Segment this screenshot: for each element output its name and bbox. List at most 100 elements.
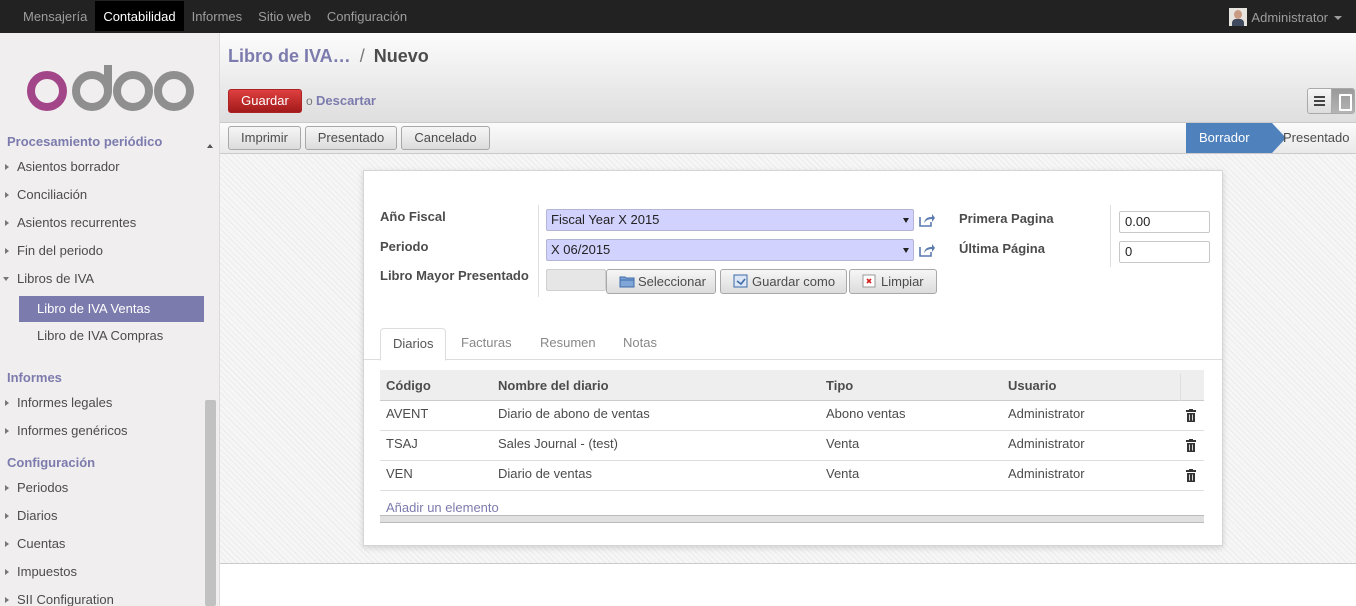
sidebar-item-cuentas[interactable]: Cuentas — [0, 531, 204, 557]
cell-nombre: Sales Journal - (test) — [498, 436, 618, 451]
cell-usuario: Administrator — [1008, 406, 1085, 421]
sidebar-item-periodos[interactable]: Periodos — [0, 475, 204, 501]
save-button[interactable]: Guardar — [228, 89, 302, 113]
external-link-icon[interactable] — [918, 242, 936, 258]
fiscal-year-value: Fiscal Year X 2015 — [551, 212, 660, 227]
caret-right-icon — [5, 597, 9, 603]
sidebar-item-sii-configuration[interactable]: SII Configuration — [0, 587, 204, 606]
column-header-usuario[interactable]: Usuario — [1008, 370, 1056, 402]
state-presentado[interactable]: Presentado — [1283, 123, 1350, 153]
trash-icon[interactable] — [1186, 409, 1196, 422]
sidebar-item-libro-iva-compras[interactable]: Libro de IVA Compras — [19, 323, 204, 349]
caret-right-icon — [5, 485, 9, 491]
table-row[interactable]: VEN Diario de ventas Venta Administrator — [380, 461, 1204, 491]
first-page-input[interactable]: 0.00 — [1119, 211, 1210, 233]
odoo-logo[interactable] — [25, 63, 195, 113]
period-value: X 06/2015 — [551, 242, 611, 257]
sidebar-scrollbar[interactable] — [205, 400, 216, 606]
last-page-input[interactable]: 0 — [1119, 241, 1210, 263]
fiscal-year-select[interactable]: Fiscal Year X 2015 — [546, 209, 914, 231]
sidebar-scroll-up-icon[interactable] — [207, 144, 213, 148]
notebook-tabs: Diarios Facturas Resumen Notas — [364, 328, 1222, 361]
sidebar-item-label: Fin del periodo — [17, 243, 103, 258]
period-label: Periodo — [380, 239, 429, 254]
top-menu-configuracion[interactable]: Configuración — [319, 1, 415, 31]
first-page-label: Primera Pagina — [959, 211, 1054, 226]
period-select[interactable]: X 06/2015 — [546, 239, 914, 261]
caret-right-icon — [5, 164, 9, 170]
trash-icon[interactable] — [1186, 469, 1196, 482]
sidebar-item-label: Cuentas — [17, 536, 66, 551]
breadcrumb-current: Nuevo — [373, 46, 429, 66]
sidebar-item-fin-del-periodo[interactable]: Fin del periodo — [0, 238, 204, 264]
cell-nombre: Diario de abono de ventas — [498, 406, 650, 421]
save-as-icon — [733, 274, 748, 288]
cell-nombre: Diario de ventas — [498, 466, 592, 481]
tab-facturas[interactable]: Facturas — [449, 328, 524, 360]
select-file-button[interactable]: Seleccionar — [606, 269, 716, 294]
external-link-icon[interactable] — [918, 212, 936, 228]
cancelled-button[interactable]: Cancelado — [401, 126, 490, 150]
column-divider — [1180, 374, 1181, 401]
form-sheet: Año Fiscal Fiscal Year X 2015 Periodo X … — [363, 170, 1223, 546]
cell-usuario: Administrator — [1008, 436, 1085, 451]
add-line-link[interactable]: Añadir un elemento — [386, 500, 499, 515]
breadcrumb-parent[interactable]: Libro de IVA… — [228, 46, 351, 66]
cell-tipo: Abono ventas — [826, 406, 906, 421]
table-row[interactable]: AVENT Diario de abono de ventas Abono ve… — [380, 401, 1204, 431]
sidebar-item-libro-iva-ventas[interactable]: Libro de IVA Ventas — [19, 296, 204, 322]
caret-down-icon — [3, 277, 9, 281]
save-as-button[interactable]: Guardar como — [720, 269, 847, 294]
ledger-label: Libro Mayor Presentado — [380, 268, 529, 283]
sidebar-item-label: Informes genéricos — [17, 423, 128, 438]
top-menu-contabilidad[interactable]: Contabilidad — [95, 1, 184, 31]
sidebar-item-label: Diarios — [17, 508, 58, 523]
user-name: Administrator — [1251, 9, 1328, 25]
clear-button[interactable]: Limpiar — [849, 269, 937, 294]
tab-notas[interactable]: Notas — [611, 328, 669, 360]
table-footer — [380, 515, 1204, 523]
field-divider — [538, 205, 539, 297]
caret-right-icon — [5, 569, 9, 575]
chevron-down-icon — [1334, 16, 1342, 20]
sidebar-item-conciliacion[interactable]: Conciliación — [0, 182, 204, 208]
sidebar-item-asientos-borrador[interactable]: Asientos borrador — [0, 154, 204, 180]
sidebar: Procesamiento periódico Asientos borrado… — [0, 33, 220, 606]
presented-button[interactable]: Presentado — [305, 126, 397, 150]
discard-link[interactable]: Descartar — [316, 93, 376, 108]
tab-diarios[interactable]: Diarios — [380, 328, 447, 361]
fiscal-year-label: Año Fiscal — [380, 209, 446, 224]
sidebar-section-configuracion: Configuración — [7, 455, 96, 470]
sidebar-item-impuestos[interactable]: Impuestos — [0, 559, 204, 585]
cell-codigo: TSAJ — [386, 436, 418, 451]
view-switcher — [1307, 88, 1355, 114]
sidebar-item-asientos-recurrentes[interactable]: Asientos recurrentes — [0, 210, 204, 236]
sidebar-item-label: Impuestos — [17, 564, 77, 579]
save-as-label: Guardar como — [752, 274, 836, 289]
form-view-icon[interactable] — [1331, 89, 1354, 113]
table-header: Código Nombre del diario Tipo Usuario — [380, 370, 1204, 401]
column-header-nombre[interactable]: Nombre del diario — [498, 370, 609, 402]
top-menu-mensajeria[interactable]: Mensajería — [15, 1, 95, 31]
sidebar-item-diarios[interactable]: Diarios — [0, 503, 204, 529]
top-menu-sitio-web[interactable]: Sitio web — [250, 1, 319, 31]
table-row[interactable]: TSAJ Sales Journal - (test) Venta Admini… — [380, 431, 1204, 461]
breadcrumb-separator: / — [359, 46, 365, 66]
print-button[interactable]: Imprimir — [228, 126, 301, 150]
sidebar-item-label: SII Configuration — [17, 592, 114, 606]
user-menu[interactable]: Administrator — [1229, 7, 1342, 27]
ledger-file-field[interactable] — [546, 269, 606, 291]
tab-resumen[interactable]: Resumen — [528, 328, 608, 360]
breadcrumb: Libro de IVA… / Nuevo — [228, 46, 429, 67]
column-header-codigo[interactable]: Código — [386, 370, 431, 402]
sidebar-item-informes-legales[interactable]: Informes legales — [0, 390, 204, 416]
list-view-icon[interactable] — [1308, 89, 1331, 113]
sidebar-item-informes-genericos[interactable]: Informes genéricos — [0, 418, 204, 444]
cell-codigo: AVENT — [386, 406, 429, 421]
top-menu-informes[interactable]: Informes — [184, 1, 251, 31]
column-header-tipo[interactable]: Tipo — [826, 370, 853, 402]
sidebar-item-libros-de-iva[interactable]: Libros de IVA — [0, 266, 204, 292]
trash-icon[interactable] — [1186, 439, 1196, 452]
last-page-label: Última Página — [959, 241, 1045, 256]
state-borrador[interactable]: Borrador — [1186, 123, 1286, 153]
